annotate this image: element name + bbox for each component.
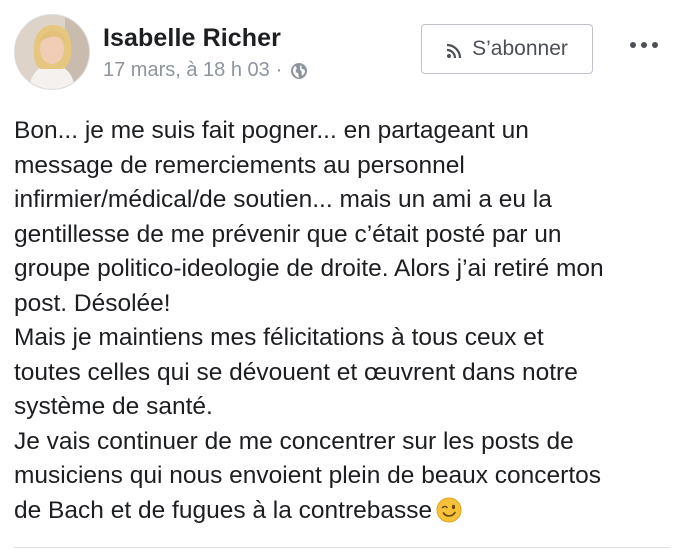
post-line: infirmier/médical/de soutien... mais un …	[14, 186, 552, 213]
subscribe-label: S’abonner	[472, 37, 568, 60]
post-line-last: de Bach et de fugues à la contrebasse	[14, 494, 674, 529]
rss-icon	[446, 41, 462, 59]
post-line: toutes celles qui se dévouent et œuvrent…	[14, 358, 578, 386]
more-dot	[630, 42, 636, 48]
post-text: Bon... je me suis fait pogner... en part…	[14, 114, 674, 528]
post-line: musiciens qui nous envoient plein de bea…	[14, 462, 602, 489]
post-line: Bon... je me suis fait pogner... en part…	[14, 117, 529, 144]
post-line: système de santé.	[14, 393, 213, 420]
post-line: groupe politico-ideologie de droite. Alo…	[14, 255, 604, 282]
globe-icon[interactable]	[290, 62, 308, 80]
post-line: post. Désolée!	[14, 289, 171, 317]
post-line: gentillesse de me prévenir que c’était p…	[14, 220, 562, 248]
post-divider	[14, 547, 670, 548]
more-options-icon[interactable]	[624, 30, 664, 60]
post-line: Je vais continuer de me concentrer sur l…	[14, 427, 574, 455]
post-timestamp[interactable]: 17 mars, à 18 h 03	[103, 59, 270, 82]
more-dot	[641, 42, 647, 48]
author-name[interactable]: Isabelle Richer	[103, 24, 281, 53]
post-line: message de remerciements au personnel	[14, 151, 465, 179]
post-line: Mais je maintiens mes félicitations à to…	[14, 324, 544, 351]
post-line: de Bach et de fugues à la contrebasse	[14, 496, 433, 524]
author-avatar[interactable]	[14, 14, 90, 90]
post-meta: 17 mars, à 18 h 03 ·	[103, 59, 308, 82]
subscribe-button[interactable]: S’abonner	[421, 24, 593, 74]
more-dot	[652, 42, 658, 48]
meta-separator: ·	[275, 59, 283, 81]
winking-face-emoji	[436, 497, 462, 523]
